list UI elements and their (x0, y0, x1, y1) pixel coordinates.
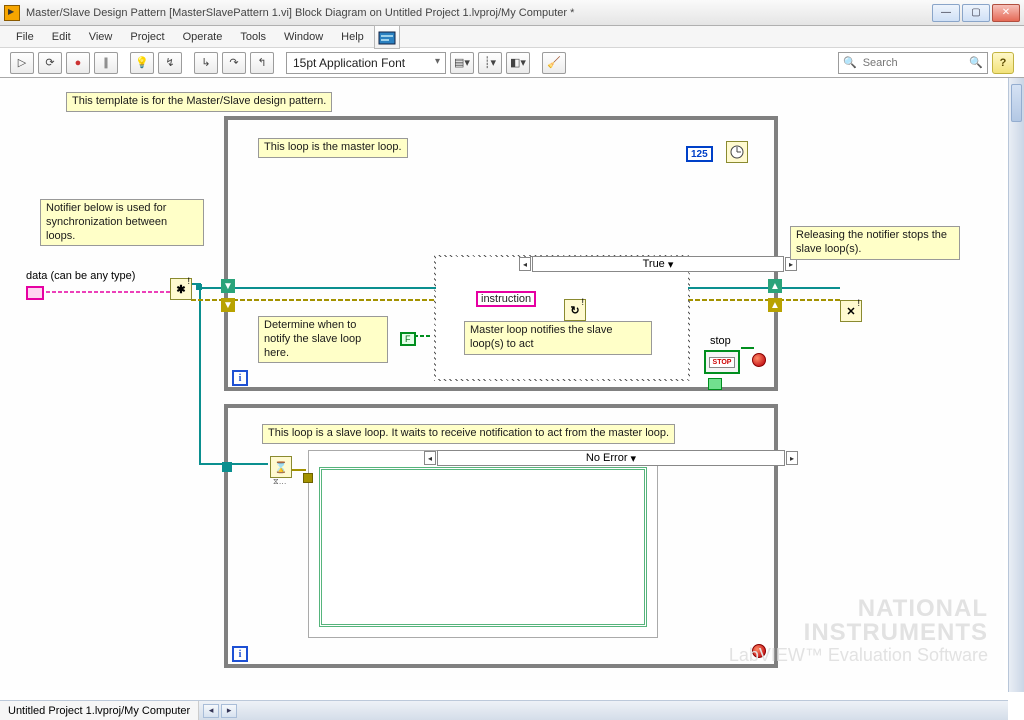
slave-case-structure[interactable]: ◂ No Error ▾ ▸ (308, 450, 658, 638)
font-selector[interactable]: 15pt Application Font (286, 52, 446, 74)
menu-tools[interactable]: Tools (232, 29, 274, 45)
vertical-scrollbar[interactable] (1008, 78, 1024, 692)
menu-edit[interactable]: Edit (44, 29, 79, 45)
block-diagram-canvas[interactable]: This template is for the Master/Slave de… (0, 78, 1004, 690)
step-over-button[interactable]: ↷ (222, 52, 246, 74)
slave-case-prev-button[interactable]: ◂ (424, 451, 436, 465)
pause-button[interactable]: ∥ (94, 52, 118, 74)
notifier-note: Notifier below is used for synchronizati… (40, 199, 204, 246)
maximize-button[interactable]: ▢ (962, 4, 990, 22)
master-while-loop[interactable]: This loop is the master loop. 125 ◂ True… (224, 116, 778, 391)
menu-project[interactable]: Project (122, 29, 172, 45)
loop-stop-condition[interactable] (752, 353, 766, 367)
project-path: Untitled Project 1.lvproj/My Computer (0, 701, 199, 720)
data-type-label: data (can be any type) (26, 270, 135, 282)
master-notifies-note: Master loop notifies the slave loop(s) t… (464, 321, 652, 355)
shift-reg-left-bottom[interactable]: ▼ (221, 298, 235, 312)
step-out-button[interactable]: ↰ (250, 52, 274, 74)
wait-ms-node[interactable] (726, 141, 748, 163)
align-button[interactable]: ▤▾ (450, 52, 474, 74)
close-button[interactable]: ✕ (992, 4, 1020, 22)
release-notifier-node[interactable]: ✕ ! (840, 300, 862, 322)
menu-view[interactable]: View (81, 29, 121, 45)
stop-control[interactable]: STOP (704, 350, 740, 374)
slave-while-loop[interactable]: This loop is a slave loop. It waits to r… (224, 404, 778, 668)
help-button[interactable]: ? (992, 52, 1014, 74)
stop-label: stop (710, 335, 731, 347)
vertical-scrollbar-thumb[interactable] (1011, 84, 1022, 122)
wait-on-notification-node[interactable]: ⌛ ⧖… (270, 456, 292, 478)
slave-loop-note: This loop is a slave loop. It waits to r… (262, 424, 675, 444)
labview-appicon (4, 5, 20, 21)
loop-iteration-slave: i (232, 646, 248, 662)
search-go-icon[interactable]: 🔍 (969, 56, 983, 69)
search-icon: 🔍 (843, 56, 857, 69)
master-case-structure[interactable]: ◂ True ▾ ▸ instruction ↻ ! Master loop n… (434, 255, 690, 381)
menu-file[interactable]: File (8, 29, 42, 45)
retain-values-button[interactable]: ↯ (158, 52, 182, 74)
titlebar: Master/Slave Design Pattern [MasterSlave… (0, 0, 1024, 26)
notifier-tunnel-slave (222, 462, 232, 472)
slave-loop-stop-condition[interactable] (752, 644, 766, 658)
shift-reg-left-top[interactable]: ▼ (221, 279, 235, 293)
run-continuous-button[interactable]: ⟳ (38, 52, 62, 74)
send-notification-node[interactable]: ↻ ! (564, 299, 586, 321)
step-into-button[interactable]: ↳ (194, 52, 218, 74)
stop-control-face: STOP (709, 357, 736, 368)
data-terminal[interactable] (26, 286, 44, 300)
case-prev-button[interactable]: ◂ (519, 257, 531, 271)
menubar: File Edit View Project Operate Tools Win… (0, 26, 1024, 48)
menu-operate[interactable]: Operate (175, 29, 231, 45)
template-note: This template is for the Master/Slave de… (66, 92, 332, 112)
wait-ms-constant[interactable]: 125 (686, 146, 713, 162)
highlight-execution-button[interactable]: 💡 (130, 52, 154, 74)
loop-iteration-master: i (232, 370, 248, 386)
release-note: Releasing the notifier stops the slave l… (790, 226, 960, 260)
instruction-constant[interactable]: instruction (476, 291, 536, 307)
false-constant[interactable]: F (400, 332, 416, 346)
search-box[interactable]: 🔍 🔍 (838, 52, 988, 74)
error-tunnel (303, 473, 313, 483)
minimize-button[interactable]: — (932, 4, 960, 22)
abort-button[interactable]: ● (66, 52, 90, 74)
shift-reg-right-top[interactable]: ▲ (768, 279, 782, 293)
determine-note: Determine when to notify the slave loop … (258, 316, 388, 363)
master-loop-note: This loop is the master loop. (258, 138, 408, 158)
menu-help[interactable]: Help (333, 29, 372, 45)
statusbar: Untitled Project 1.lvproj/My Computer ◂ … (0, 700, 1008, 720)
run-button[interactable]: ▷ (10, 52, 34, 74)
window-title: Master/Slave Design Pattern [MasterSlave… (26, 7, 930, 19)
slave-inner-structure[interactable] (319, 467, 647, 627)
shift-reg-right-bottom[interactable]: ▲ (768, 298, 782, 312)
slave-case-next-button[interactable]: ▸ (786, 451, 798, 465)
case-selector-label[interactable]: True (643, 258, 665, 270)
cleanup-button[interactable]: 🧹 (542, 52, 566, 74)
project-icon[interactable] (374, 25, 400, 49)
slave-case-selector-label[interactable]: No Error (586, 452, 628, 464)
stop-bool-terminal (708, 378, 722, 390)
search-input[interactable] (861, 56, 961, 70)
obtain-notifier-node[interactable]: ✱ ! (170, 278, 192, 300)
reorder-button[interactable]: ◧▾ (506, 52, 530, 74)
hscroll-right[interactable]: ▸ (221, 704, 237, 718)
distribute-button[interactable]: ┊▾ (478, 52, 502, 74)
toolbar: ▷ ⟳ ● ∥ 💡 ↯ ↳ ↷ ↰ 15pt Application Font … (0, 48, 1024, 78)
menu-window[interactable]: Window (276, 29, 331, 45)
hscroll-left[interactable]: ◂ (203, 704, 219, 718)
